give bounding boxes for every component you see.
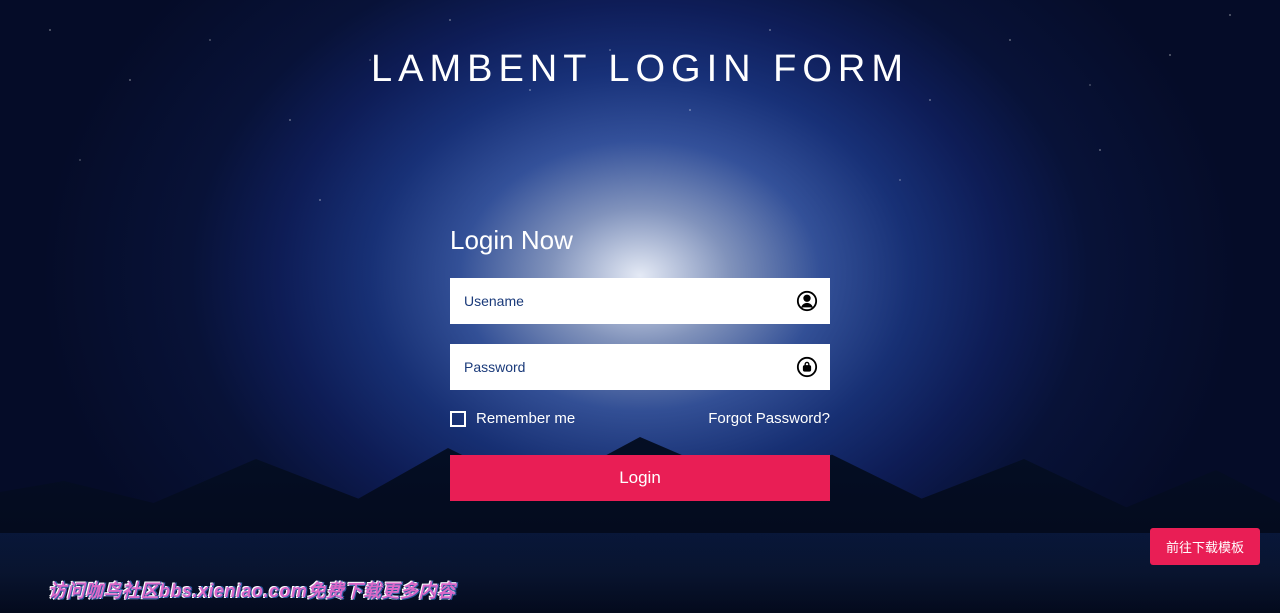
remember-label: Remember me (476, 410, 575, 427)
options-row: Remember me Forgot Password? (450, 410, 830, 427)
page-title: LAMBENT LOGIN FORM (0, 48, 1280, 91)
user-icon (796, 290, 818, 312)
login-form: Login Now Remember me Forgot Password? (450, 225, 830, 501)
remember-checkbox[interactable] (450, 411, 466, 427)
watermark-text: 访问咖鸟社区bbs.xieniao.com免费下载更多内容 (48, 577, 456, 603)
login-button[interactable]: Login (450, 455, 830, 501)
username-input[interactable] (450, 278, 830, 324)
login-heading: Login Now (450, 225, 830, 256)
lock-icon (796, 356, 818, 378)
forgot-password-link[interactable]: Forgot Password? (708, 410, 830, 427)
password-field-wrap (450, 344, 830, 390)
remember-me[interactable]: Remember me (450, 410, 575, 427)
username-field-wrap (450, 278, 830, 324)
download-template-button[interactable]: 前往下载模板 (1150, 528, 1260, 565)
password-input[interactable] (450, 344, 830, 390)
